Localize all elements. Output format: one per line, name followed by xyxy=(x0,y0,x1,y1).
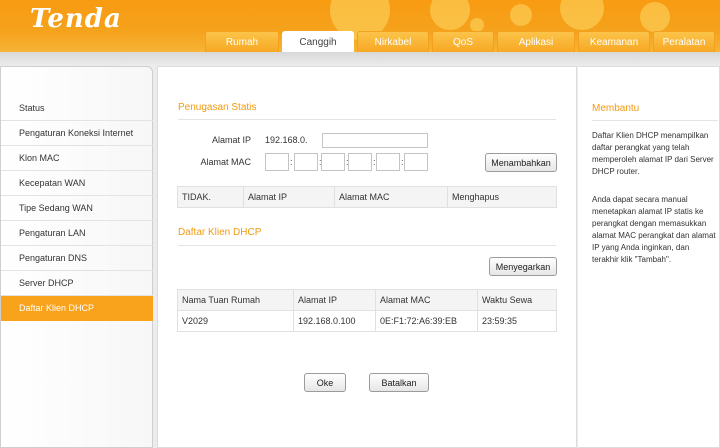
tab-qos[interactable]: QoS xyxy=(432,31,494,52)
sidebar-item-dhcp-server[interactable]: Server DHCP xyxy=(1,271,153,296)
column-header: Alamat MAC xyxy=(375,289,478,311)
dhcp-client-list-title: Daftar Klien DHCP xyxy=(178,227,262,238)
host-name-cell: V2029 xyxy=(177,310,294,332)
cancel-button[interactable]: Batalkan xyxy=(369,373,429,392)
column-header: TIDAK. xyxy=(177,186,244,208)
section-divider xyxy=(178,119,556,120)
help-title: Membantu xyxy=(592,103,640,114)
tab-peralatan[interactable]: Peralatan xyxy=(653,31,715,52)
main-panel: Penugasan Statis Alamat IP 192.168.0. Al… xyxy=(157,66,577,448)
ip-last-octet-input[interactable] xyxy=(322,133,428,148)
tab-keamanan[interactable]: Keamanan xyxy=(578,31,650,52)
header-decoration xyxy=(560,0,604,30)
mac-octet-1-input[interactable] xyxy=(265,153,289,171)
header-bar: Tenda Rumah Canggih Nirkabel QoS Aplikas… xyxy=(0,0,720,52)
tab-canggih[interactable]: Canggih xyxy=(282,31,354,52)
mac-octet-4-input[interactable] xyxy=(348,153,372,171)
column-header: Waktu Sewa xyxy=(477,289,557,311)
column-header: Alamat MAC xyxy=(334,186,448,208)
table-row: V2029 192.168.0.100 0E:F1:72:A6:39:EB 23… xyxy=(177,310,557,332)
column-header: Alamat IP xyxy=(243,186,335,208)
mac-octet-5-input[interactable] xyxy=(376,153,400,171)
sidebar-item-status[interactable]: Status xyxy=(1,96,153,121)
ip-address-label: Alamat IP xyxy=(211,135,251,145)
help-divider xyxy=(592,120,718,121)
tab-nirkabel[interactable]: Nirkabel xyxy=(357,31,429,52)
section-divider xyxy=(178,245,556,246)
ip-prefix: 192.168.0. xyxy=(265,135,308,145)
table-header-row: Nama Tuan Rumah Alamat IP Alamat MAC Wak… xyxy=(177,289,557,311)
mac-address-label: Alamat MAC xyxy=(200,157,251,167)
header-decoration xyxy=(510,4,532,26)
help-panel: Membantu Daftar Klien DHCP menampilkan d… xyxy=(578,66,720,448)
table-header-row: TIDAK. Alamat IP Alamat MAC Menghapus xyxy=(177,186,557,208)
sidebar-item-internet-settings[interactable]: Pengaturan Koneksi Internet xyxy=(1,121,153,146)
help-paragraph: Anda dapat secara manual menetapkan alam… xyxy=(592,195,716,264)
refresh-button[interactable]: Menyegarkan xyxy=(489,257,557,276)
sidebar-item-dns-settings[interactable]: Pengaturan DNS xyxy=(1,246,153,271)
sidebar-item-lan-settings[interactable]: Pengaturan LAN xyxy=(1,221,153,246)
mac-address-cell: 0E:F1:72:A6:39:EB xyxy=(375,310,478,332)
ok-button[interactable]: Oke xyxy=(304,373,346,392)
sidebar: Status Pengaturan Koneksi Internet Klon … xyxy=(0,66,153,448)
mac-octet-3-input[interactable] xyxy=(321,153,345,171)
sidebar-item-dhcp-client-list[interactable]: Daftar Klien DHCP xyxy=(1,296,153,321)
static-assignment-table: TIDAK. Alamat IP Alamat MAC Menghapus xyxy=(177,186,557,208)
header-decoration xyxy=(430,0,470,30)
header-decoration xyxy=(640,2,670,32)
lease-time-cell: 23:59:35 xyxy=(477,310,557,332)
column-header: Alamat IP xyxy=(293,289,376,311)
column-header: Nama Tuan Rumah xyxy=(177,289,294,311)
mac-separator: : xyxy=(290,157,293,167)
mac-octet-2-input[interactable] xyxy=(294,153,318,171)
sidebar-item-mac-clone[interactable]: Klon MAC xyxy=(1,146,153,171)
sidebar-item-wan-medium-type[interactable]: Tipe Sedang WAN xyxy=(1,196,153,221)
tab-aplikasi[interactable]: Aplikasi xyxy=(497,31,575,52)
main-tabs: Rumah Canggih Nirkabel QoS Aplikasi Keam… xyxy=(205,31,718,52)
column-header: Menghapus xyxy=(447,186,557,208)
help-paragraph: Daftar Klien DHCP menampilkan daftar per… xyxy=(592,131,714,176)
sidebar-item-wan-speed[interactable]: Kecepatan WAN xyxy=(1,171,153,196)
add-button[interactable]: Menambahkan xyxy=(485,153,557,172)
static-assignment-title: Penugasan Statis xyxy=(178,102,257,113)
header-decoration xyxy=(470,18,484,32)
tab-rumah[interactable]: Rumah xyxy=(205,31,279,52)
tenda-logo: Tenda xyxy=(30,4,122,34)
dhcp-client-table: Nama Tuan Rumah Alamat IP Alamat MAC Wak… xyxy=(177,289,557,332)
header-shadow xyxy=(0,52,720,66)
ip-address-cell: 192.168.0.100 xyxy=(293,310,376,332)
mac-octet-6-input[interactable] xyxy=(404,153,428,171)
